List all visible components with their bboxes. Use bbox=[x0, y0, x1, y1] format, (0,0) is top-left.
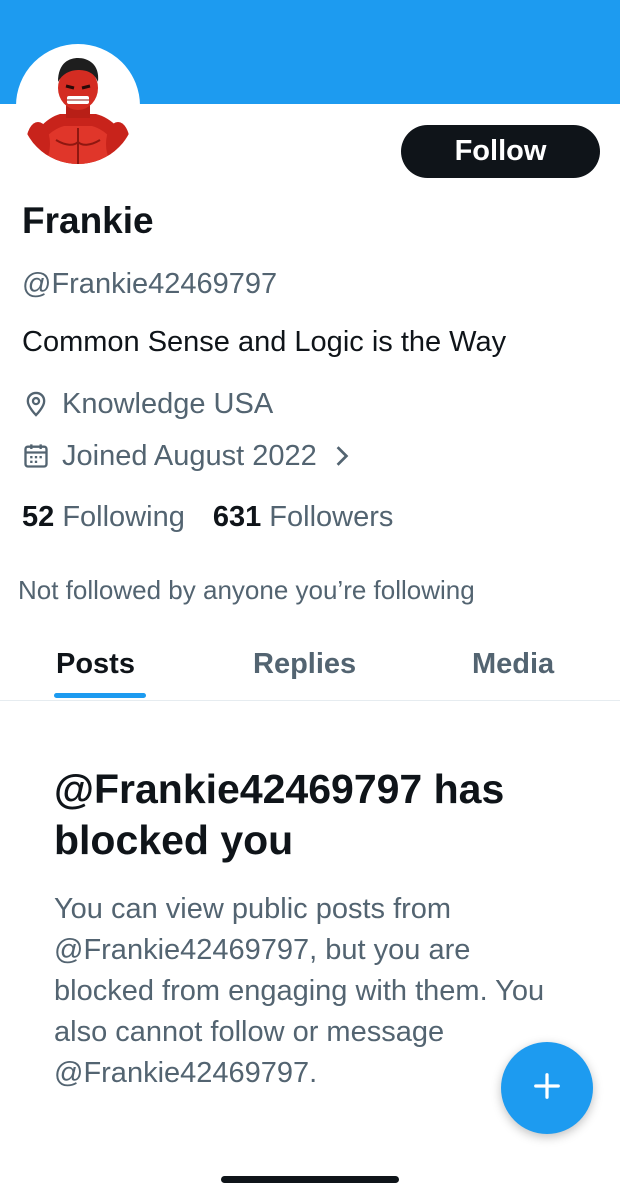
profile-handle: @Frankie42469797 bbox=[22, 268, 278, 300]
following-count: 52 bbox=[22, 501, 55, 533]
profile-joined-date[interactable]: Joined August 2022 bbox=[22, 436, 353, 476]
avatar[interactable] bbox=[16, 44, 140, 168]
joined-text: Joined August 2022 bbox=[62, 440, 317, 472]
calendar-icon bbox=[22, 442, 50, 470]
home-indicator bbox=[221, 1176, 399, 1183]
location-text: Knowledge USA bbox=[62, 388, 274, 420]
tab-media[interactable]: Media bbox=[472, 644, 554, 684]
profile-bio: Common Sense and Logic is the Way bbox=[22, 326, 507, 358]
follow-button[interactable]: Follow bbox=[401, 125, 600, 178]
profile-location: Knowledge USA bbox=[22, 384, 273, 424]
display-name: Frankie bbox=[22, 200, 154, 241]
chevron-right-icon bbox=[335, 445, 353, 467]
blocked-message: You can view public posts from @Frankie4… bbox=[54, 893, 545, 1089]
location-pin-icon bbox=[22, 390, 50, 418]
plus-icon bbox=[532, 1071, 562, 1106]
tab-posts[interactable]: Posts bbox=[56, 644, 135, 684]
following-link[interactable]: 52 Following bbox=[22, 497, 185, 537]
following-label: Following bbox=[62, 501, 185, 533]
active-tab-indicator bbox=[54, 693, 146, 698]
followers-label: Followers bbox=[269, 501, 394, 533]
followers-link[interactable]: 631 Followers bbox=[213, 497, 394, 537]
avatar-image bbox=[20, 48, 136, 164]
followers-count: 631 bbox=[212, 501, 262, 533]
follow-stats: 52 Following 631 Followers bbox=[22, 497, 421, 537]
profile-tabs: Posts Replies Media bbox=[0, 630, 620, 701]
compose-post-button[interactable] bbox=[501, 1042, 593, 1134]
mutual-followers-note: Not followed by anyone you’re following bbox=[18, 575, 475, 605]
tab-replies[interactable]: Replies bbox=[253, 644, 356, 684]
blocked-title: @Frankie42469797 has blocked you bbox=[54, 766, 505, 863]
